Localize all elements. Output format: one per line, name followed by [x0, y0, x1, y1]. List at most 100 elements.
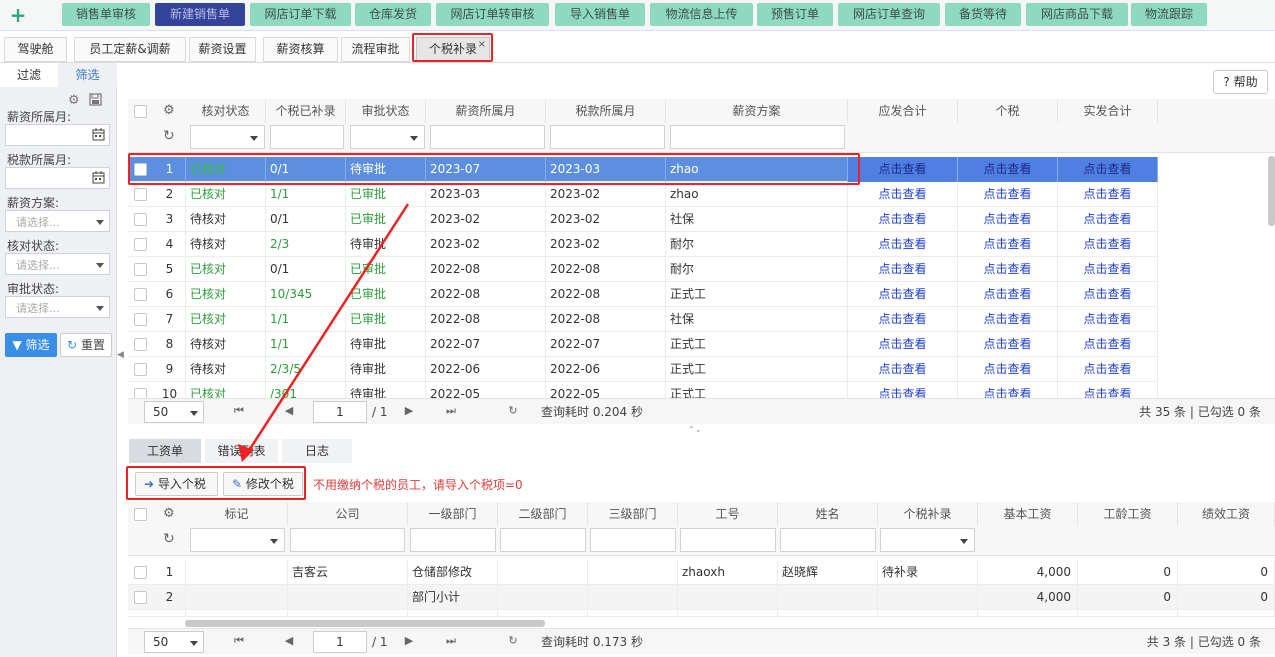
column-filter-input[interactable] [780, 528, 876, 552]
refresh-icon[interactable]: ↻ [163, 128, 175, 144]
column-filter-input[interactable] [500, 528, 586, 552]
chevron-down-icon[interactable] [96, 220, 104, 225]
column-header[interactable]: 工号 [678, 502, 778, 526]
tab-4[interactable]: 薪资核算 [263, 37, 338, 62]
chevron-down-icon[interactable] [96, 263, 104, 268]
filter-field-2[interactable] [5, 167, 110, 189]
row-checkbox[interactable] [134, 313, 147, 326]
table-row[interactable]: 2 已核对 1/1 已审批 2023-03 2023-02 zhao 点击查看 点击查看 点击查看 [128, 182, 1158, 207]
column-filter-input[interactable] [680, 528, 776, 552]
row-checkbox[interactable] [134, 363, 147, 376]
select-all-checkbox[interactable] [134, 105, 147, 118]
save-icon[interactable] [89, 93, 103, 107]
page-input[interactable]: 1 [313, 401, 367, 423]
column-header[interactable]: 二级部门 [498, 502, 588, 526]
refresh-icon[interactable]: ↻ [506, 404, 520, 418]
view-link[interactable]: 点击查看 [1058, 257, 1158, 282]
view-link[interactable]: 点击查看 [848, 257, 958, 282]
column-header[interactable]: 税款所属月 [546, 99, 666, 123]
view-link[interactable]: 点击查看 [848, 232, 958, 257]
view-link[interactable]: 点击查看 [958, 257, 1058, 282]
filter-button[interactable]: ▼ 筛选 [5, 333, 57, 357]
column-filter-input[interactable] [290, 528, 405, 552]
last-page-icon[interactable]: ⏭ [444, 404, 458, 418]
chevron-down-icon[interactable] [410, 136, 418, 141]
quick-button-3[interactable]: 网店订单下载 [250, 3, 351, 26]
table-row[interactable]: 1 吉客云 仓储部修改 zhaoxh 赵晓辉 待补录 4,000 0 0 [128, 560, 1275, 585]
view-link[interactable]: 点击查看 [848, 182, 958, 207]
calendar-icon[interactable] [92, 127, 105, 141]
view-link[interactable]: 点击查看 [1058, 157, 1158, 182]
page-size-select[interactable]: 50 [144, 401, 204, 423]
view-link[interactable]: 点击查看 [1058, 307, 1158, 332]
table-row[interactable]: 9 待核对 2/3/5 待审批 2022-06 2022-06 正式工 点击查看 点击查看 点击查… [128, 357, 1158, 382]
quick-button-12[interactable]: 物流跟踪 [1131, 3, 1207, 26]
column-header[interactable]: 薪资所属月 [426, 99, 546, 123]
row-checkbox[interactable] [134, 288, 147, 301]
tab-filter[interactable]: 过滤 [0, 63, 58, 87]
quick-button-5[interactable]: 网店订单转审核 [436, 3, 549, 26]
column-header[interactable]: 薪资方案 [666, 99, 848, 123]
view-link[interactable]: 点击查看 [1058, 282, 1158, 307]
view-link[interactable]: 点击查看 [958, 232, 1058, 257]
view-link[interactable]: 点击查看 [1058, 182, 1158, 207]
tab-3[interactable]: 薪资设置 [189, 37, 256, 62]
row-checkbox[interactable] [134, 591, 147, 604]
view-link[interactable]: 点击查看 [848, 157, 958, 182]
view-link[interactable]: 点击查看 [1058, 207, 1158, 232]
view-link[interactable]: 点击查看 [848, 307, 958, 332]
column-header[interactable]: 绩效工资 [1178, 502, 1275, 526]
help-button[interactable]: ? 帮助 [1213, 70, 1268, 94]
column-header[interactable]: 核对状态 [186, 99, 266, 123]
page-size-select[interactable]: 50 [144, 631, 204, 653]
view-link[interactable]: 点击查看 [1058, 332, 1158, 357]
bottom-tab-2[interactable]: 错误列表 [205, 439, 278, 463]
column-header[interactable]: 一级部门 [408, 502, 498, 526]
tab-1[interactable]: 驾驶舱 [4, 37, 67, 62]
chevron-down-icon[interactable] [250, 136, 258, 141]
column-filter-input[interactable] [190, 125, 265, 149]
column-filter-input[interactable] [410, 528, 496, 552]
table-row[interactable]: 2 部门小计 4,000 0 0 [128, 585, 1275, 610]
close-icon[interactable]: × [478, 33, 486, 56]
chevron-down-icon[interactable] [270, 539, 278, 544]
row-checkbox[interactable] [134, 213, 147, 226]
column-filter-input[interactable] [880, 528, 975, 552]
table-row[interactable]: 3 待核对 0/1 已审批 2023-02 2023-02 社保 点击查看 点击查看 点击查看 [128, 207, 1158, 232]
select-all-checkbox[interactable] [134, 508, 147, 521]
table-row[interactable]: 1 已核对 0/1 待审批 2023-07 2023-03 zhao 点击查看 点击查看 点击查看 [128, 157, 1158, 182]
filter-field-4[interactable]: 请选择... [5, 253, 110, 275]
column-header[interactable]: 个税已补录 [266, 99, 346, 123]
column-header[interactable]: 工龄工资 [1078, 502, 1178, 526]
view-link[interactable]: 点击查看 [958, 182, 1058, 207]
row-checkbox[interactable] [134, 616, 147, 617]
tab-select[interactable]: 筛选 [58, 63, 117, 87]
column-header[interactable]: 个税 [958, 99, 1058, 123]
gear-icon[interactable]: ⚙ [68, 93, 82, 108]
column-filter-input[interactable] [350, 125, 425, 149]
filter-field-3[interactable]: 请选择... [5, 210, 110, 232]
prev-page-icon[interactable]: ◀ [282, 634, 296, 648]
view-link[interactable]: 点击查看 [958, 207, 1058, 232]
view-link[interactable]: 点击查看 [1058, 232, 1158, 257]
view-link[interactable]: 点击查看 [848, 207, 958, 232]
column-filter-input[interactable] [550, 125, 665, 149]
tab-5[interactable]: 流程审批 [341, 37, 410, 62]
row-checkbox[interactable] [134, 238, 147, 251]
table-row[interactable]: 3 [128, 610, 1275, 617]
view-link[interactable]: 点击查看 [958, 157, 1058, 182]
edit-tax-button[interactable]: ✎ 修改个税 [223, 472, 303, 496]
column-header[interactable]: 标记 [186, 502, 288, 526]
column-filter-input[interactable] [190, 528, 285, 552]
page-input[interactable]: 1 [313, 631, 367, 653]
quick-button-7[interactable]: 物流信息上传 [650, 3, 753, 26]
column-filter-input[interactable] [590, 528, 676, 552]
filter-field-5[interactable]: 请选择... [5, 296, 110, 318]
filter-field-1[interactable] [5, 124, 110, 146]
view-link[interactable]: 点击查看 [958, 332, 1058, 357]
quick-button-2[interactable]: 新建销售单 [155, 3, 245, 26]
view-link[interactable]: 点击查看 [958, 357, 1058, 382]
view-link[interactable]: 点击查看 [958, 282, 1058, 307]
view-link[interactable]: 点击查看 [1058, 357, 1158, 382]
table-row[interactable]: 6 已核对 10/345 已审批 2022-08 2022-08 正式工 点击查看 点击查看 点击… [128, 282, 1158, 307]
